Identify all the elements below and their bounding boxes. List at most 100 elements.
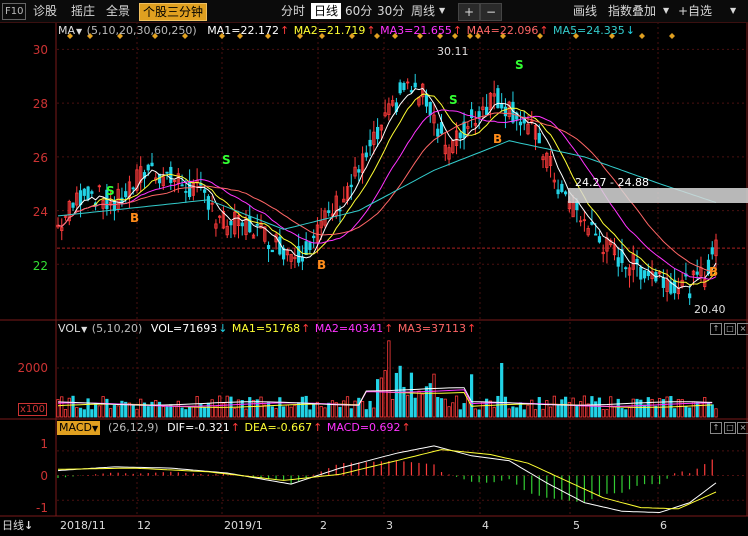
price-tick-30: 30	[32, 43, 48, 57]
volume-bar	[537, 397, 541, 418]
macd-move-up-icon[interactable]: ↑	[710, 422, 722, 434]
weekly-dropdown-icon[interactable]: ▼	[436, 3, 448, 19]
volume-bar	[451, 402, 455, 418]
period-30min-tab[interactable]: 30分	[374, 3, 407, 19]
ma-indicator-label[interactable]: MA	[58, 24, 75, 37]
macd-close-icon[interactable]: ×	[737, 422, 748, 434]
vol-move-up-icon[interactable]: ↑	[710, 323, 722, 335]
candle-body	[688, 293, 692, 299]
volume-bar	[120, 400, 124, 418]
volume-bar	[691, 401, 696, 418]
vol-tick-2000: 2000	[17, 361, 48, 375]
x-label-2018-11: 2018/11	[60, 519, 106, 532]
buy-signal-marker: B	[317, 258, 327, 272]
volume-bar	[289, 406, 293, 418]
buy-signal-marker: B	[130, 211, 140, 225]
period-intraday-tab[interactable]: 分时	[278, 3, 308, 19]
candle-body	[496, 88, 500, 109]
volume-bar	[131, 405, 135, 418]
volume-bar	[251, 399, 256, 418]
ma-info-row: MA▼ (5,10,20,30,60,250) MA1=22.172↑ MA2=…	[58, 24, 636, 38]
candle-body	[556, 189, 560, 195]
vol-close-icon[interactable]: ×	[737, 323, 748, 335]
vol-dropdown-icon[interactable]: ▼	[81, 325, 87, 334]
candle-body	[78, 190, 83, 206]
candle-body	[458, 132, 462, 139]
favorite-dropdown-icon[interactable]: ▼	[727, 3, 739, 19]
dea-up-arrow-icon: ↑	[313, 421, 323, 434]
candle-body	[368, 139, 372, 147]
volume-bar	[71, 395, 75, 418]
zoom-in-button[interactable]: +	[458, 3, 480, 21]
volume-bar	[703, 396, 707, 418]
volume-bar	[184, 409, 188, 418]
volume-bar	[526, 404, 530, 418]
period-switch-button[interactable]: 日线↓	[2, 518, 33, 534]
vol-ma1-up-arrow-icon: ↑	[301, 322, 311, 335]
draw-line-button[interactable]: 画线	[570, 3, 600, 19]
candle-body	[646, 271, 650, 277]
macd-indicator-selector[interactable]: MACD▼	[57, 421, 101, 435]
volume-bar	[462, 403, 466, 418]
volume-bar	[699, 401, 703, 418]
full-view-button[interactable]: 全景	[103, 3, 133, 19]
period-daily-tab[interactable]: 日线	[311, 3, 342, 19]
pick-button[interactable]: 摇庄	[68, 3, 98, 19]
overlay-dropdown-icon[interactable]: ▼	[660, 3, 672, 19]
sell-signal-marker: S	[106, 184, 115, 198]
candle-body	[187, 181, 192, 198]
vol-ma2-up-arrow-icon: ↑	[384, 322, 394, 335]
ma4-up-arrow-icon: ↑	[539, 24, 549, 37]
volume-bar	[413, 397, 417, 418]
volume-bar	[353, 400, 357, 418]
three-minute-button[interactable]: 个股三分钟	[139, 3, 208, 21]
candle-body	[112, 200, 116, 211]
volume-bar	[518, 402, 523, 418]
vol-indicator-label[interactable]: VOL	[58, 322, 80, 335]
volume-bar	[293, 404, 297, 418]
ma5-value: MA5=24.335	[553, 24, 625, 37]
buy-signal-marker: B	[709, 265, 719, 279]
dif-up-arrow-icon: ↑	[230, 421, 241, 434]
volume-bar	[345, 396, 350, 418]
volume-bar	[342, 400, 346, 418]
x-label-4: 4	[482, 519, 489, 532]
period-weekly-tab[interactable]: 周线	[408, 3, 438, 19]
sell-signal-marker: S	[222, 153, 231, 167]
candle-body	[180, 184, 184, 187]
f10-button[interactable]: F10	[2, 3, 27, 20]
volume-bar	[492, 406, 496, 418]
volume-bar	[274, 408, 278, 418]
volume-bar	[556, 404, 560, 418]
diagnose-button[interactable]: 诊股	[30, 3, 60, 19]
vol-maximize-icon[interactable]: □	[724, 323, 736, 335]
volume-bar	[391, 399, 395, 418]
kline-chart[interactable]	[0, 0, 748, 536]
volume-bar	[67, 397, 71, 418]
index-overlay-button[interactable]: 指数叠加	[605, 3, 659, 19]
period-60min-tab[interactable]: 60分	[342, 3, 375, 19]
volume-bar	[244, 408, 248, 418]
add-favorite-button[interactable]: +自选	[675, 3, 715, 19]
event-diamond-icon	[669, 33, 675, 39]
zoom-out-button[interactable]: −	[480, 3, 502, 21]
candle-body	[131, 187, 135, 190]
volume-bar	[530, 399, 534, 418]
volume-bar	[312, 403, 316, 418]
ma-dropdown-icon[interactable]: ▼	[76, 27, 82, 36]
volume-bar	[97, 405, 101, 418]
candle-body	[82, 188, 86, 196]
candle-body	[639, 266, 643, 280]
candle-body	[357, 169, 361, 173]
volume-bar	[533, 409, 538, 418]
volume-bar	[454, 395, 459, 418]
candle-body	[590, 221, 594, 225]
volume-bar	[368, 400, 372, 418]
volume-bar	[560, 399, 564, 418]
candle-body	[428, 102, 432, 116]
vol-ma3-value: MA3=37113	[397, 322, 467, 335]
candle-body	[90, 191, 94, 194]
volume-bar	[635, 398, 639, 418]
volume-bar	[571, 397, 575, 418]
macd-maximize-icon[interactable]: □	[724, 422, 736, 434]
